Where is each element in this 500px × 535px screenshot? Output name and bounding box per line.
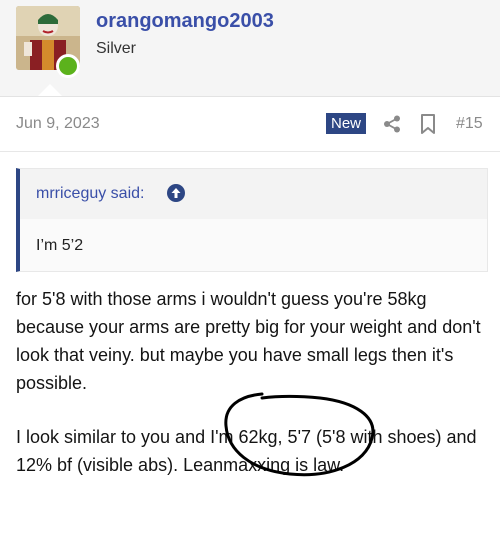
share-icon[interactable] [383, 115, 401, 133]
username[interactable]: orangomango2003 [96, 10, 274, 33]
post-header: orangomango2003 Silver [0, 0, 500, 96]
quote-header: mrriceguy said: [20, 169, 487, 219]
online-status-dot [56, 54, 80, 78]
bookmark-icon[interactable] [420, 114, 436, 134]
quote-text: I’m 5’2 [36, 237, 84, 254]
user-title: Silver [96, 40, 137, 57]
quote-block: mrriceguy said: I’m 5’2 [16, 168, 488, 272]
post-paragraph-2: I look similar to you and I'm 62kg, 5'7 … [16, 427, 477, 475]
new-badge: New [326, 113, 367, 134]
post-paragraph-1: for 5'8 with those arms i wouldn't guess… [16, 289, 481, 393]
header-pointer [38, 84, 62, 96]
post-footer-actions [0, 520, 500, 535]
post-meta-bar: Jun 9, 2023 New #15 [0, 96, 500, 152]
jump-to-quote-icon[interactable] [167, 184, 185, 202]
post-date[interactable]: Jun 9, 2023 [16, 115, 100, 133]
post-number[interactable]: #15 [456, 115, 483, 133]
quote-author[interactable]: mrriceguy said: [36, 185, 144, 203]
